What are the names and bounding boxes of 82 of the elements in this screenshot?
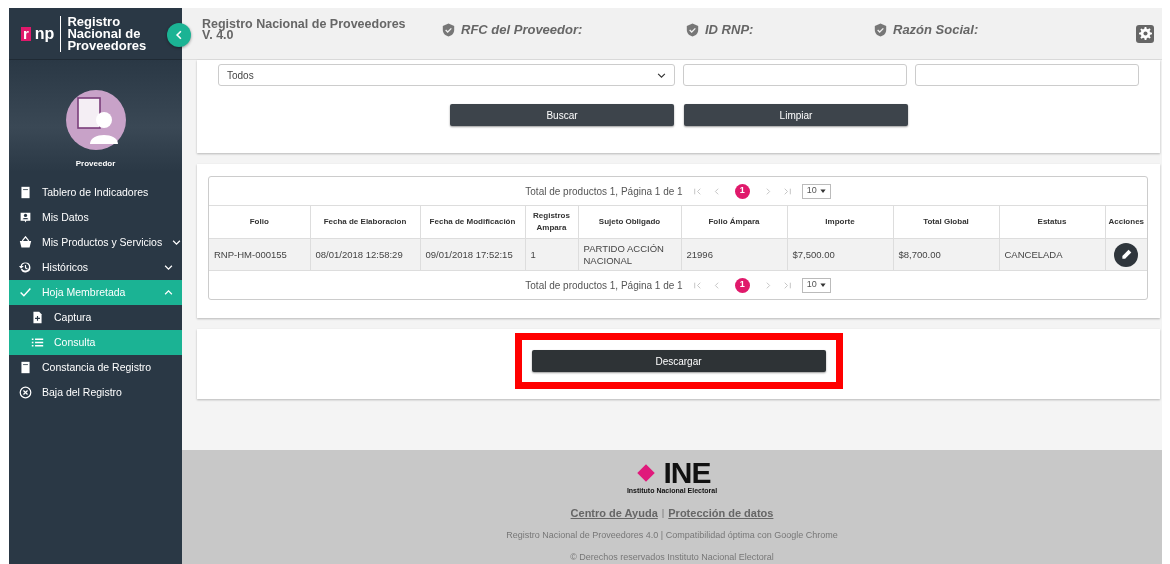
table-cell: RNP-HM-000155 [209, 238, 310, 271]
column-header: Folio [209, 205, 310, 239]
action-button[interactable]: Buscar [450, 104, 674, 126]
page-number[interactable]: 1 [734, 277, 750, 293]
select-field[interactable]: Todos [218, 64, 675, 86]
column-header: Acciones [1105, 205, 1147, 239]
chevron-down-icon [172, 238, 182, 247]
footer-note: Registro Nacional de Proveedores 4.0 | Compatibilidad óptima con Google Chrome [506, 529, 838, 542]
sidebar-item[interactable]: Históricos [9, 255, 182, 280]
first-page-icon [692, 186, 702, 196]
logo-mark: r [21, 26, 31, 41]
column-header: Folio Ámpara [681, 205, 787, 239]
input-field[interactable] [683, 64, 907, 86]
cancel-circle-icon [19, 386, 32, 399]
page-number[interactable]: 1 [734, 183, 750, 199]
chevron-down-icon [657, 70, 666, 80]
pagination-summary: Total de productos 1, Página 1 de 1 [525, 278, 683, 293]
column-header: Fecha de Modificación [420, 205, 525, 239]
settings-icon [1138, 27, 1152, 40]
checkmark-icon [19, 286, 32, 299]
chevron-left-icon [174, 30, 184, 40]
document-icon [19, 186, 32, 199]
first-page-icon [692, 280, 702, 290]
column-header: Total Global [893, 205, 999, 239]
column-header: Registros Ampara [525, 205, 578, 239]
footer-link[interactable]: Protección de datos [668, 504, 774, 521]
footer-link[interactable]: Centro de Ayuda [570, 504, 658, 521]
sidebar-item[interactable]: Captura [9, 305, 182, 330]
table-cell: 21996 [681, 238, 787, 271]
action-button[interactable]: Limpiar [684, 104, 908, 126]
table-cell: 1 [525, 238, 578, 271]
app-title: Registro Nacional de Proveedores V. 4.0 [202, 18, 407, 41]
shield-check-icon [442, 22, 455, 37]
field-label: RFC del Proveedor: [461, 20, 583, 39]
sidebar-item[interactable]: Baja del Registro [9, 380, 182, 405]
input-field[interactable] [915, 64, 1139, 86]
page-size-select[interactable]: 10 [801, 183, 831, 199]
table-cell: PARTIDO ACCIÓN NACIONAL [578, 238, 681, 271]
shield-check-icon [686, 22, 699, 37]
page-size-select[interactable]: 10 [801, 277, 831, 293]
brand-name: Registro Nacional de Proveedores [60, 15, 153, 52]
caret-down-icon [819, 282, 826, 288]
last-page-icon [782, 280, 792, 290]
table-cell: CANCELADA [999, 238, 1105, 271]
sidebar-item[interactable]: Tablero de Indicadores [9, 180, 182, 205]
profile-name: Proveedor [75, 158, 116, 170]
column-header: Estatus [999, 205, 1105, 239]
basket-icon [19, 236, 32, 249]
table-cell: 09/01/2018 17:52:15 [420, 238, 525, 271]
previous-page-icon [711, 186, 721, 196]
table-cell: $8,700.00 [893, 238, 999, 271]
column-header: Importe [787, 205, 893, 239]
shield-check-icon [874, 22, 887, 37]
column-header: Sujeto Obligado [578, 205, 681, 239]
last-page-icon [782, 186, 792, 196]
sidebar-item[interactable]: Constancia de Registro [9, 355, 182, 380]
avatar-drawing [63, 88, 128, 152]
column-header: Fecha de Elaboracion [310, 205, 420, 239]
sidebar-item[interactable]: Mis Productos y Servicios [9, 230, 182, 255]
history-icon [19, 261, 32, 274]
edit-button[interactable] [1114, 242, 1139, 267]
id-card-icon [19, 211, 32, 224]
sidebar-item[interactable]: Mis Datos [9, 205, 182, 230]
logo-text: INE [663, 460, 711, 486]
file-plus-icon [31, 311, 44, 324]
document-icon [19, 361, 32, 374]
previous-page-icon [711, 280, 721, 290]
pagination-summary: Total de productos 1, Página 1 de 1 [525, 184, 683, 199]
table-cell: 08/01/2018 12:58:29 [310, 238, 420, 271]
settings-button[interactable] [1136, 24, 1154, 43]
table-cell: $7,500.00 [787, 238, 893, 271]
chevron-down-icon [164, 263, 173, 272]
copyright-text: © Derechos reservados Instituto Nacional Electoral [570, 550, 774, 564]
list-icon [31, 336, 44, 349]
caret-down-icon [819, 188, 826, 194]
field-label: Razón Social: [893, 20, 979, 39]
field-label: ID RNP: [705, 20, 754, 39]
logo-text: np [34, 26, 55, 41]
chevron-up-icon [164, 288, 173, 297]
separator-text: | [661, 505, 665, 520]
pencil-icon [1120, 249, 1132, 260]
download-button[interactable]: Descargar [531, 350, 826, 372]
